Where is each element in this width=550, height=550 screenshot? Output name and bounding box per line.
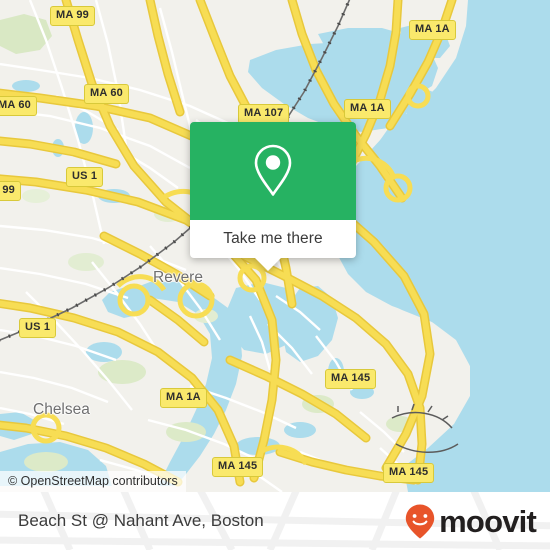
road-shield: MA 1A bbox=[409, 20, 456, 40]
road-shield: MA 1A bbox=[344, 99, 391, 119]
road-shield: MA 145 bbox=[383, 463, 435, 483]
road-shield: MA 145 bbox=[325, 369, 377, 389]
map-canvas[interactable]: MA 99 MA 60 MA 60 MA 107 MA 1A MA 1A US … bbox=[0, 0, 550, 492]
callout-pointer-tail bbox=[254, 257, 282, 271]
road-shield: MA 107 bbox=[238, 104, 290, 124]
take-me-there-button[interactable]: Take me there bbox=[190, 220, 356, 258]
road-shield: MA 60 bbox=[0, 96, 37, 116]
road-shield: MA 145 bbox=[212, 457, 264, 477]
map-pin-icon bbox=[254, 144, 292, 196]
footer-bar: Beach St @ Nahant Ave, Boston moovit bbox=[0, 492, 550, 550]
road-shield: US 1 bbox=[19, 318, 57, 338]
page-title: Beach St @ Nahant Ave, Boston bbox=[18, 511, 264, 530]
moovit-smile-pin-icon bbox=[405, 504, 435, 539]
moovit-map-screenshot: MA 99 MA 60 MA 60 MA 107 MA 1A MA 1A US … bbox=[0, 0, 550, 550]
road-shield: US 1 bbox=[66, 167, 104, 187]
osm-attribution[interactable]: © OpenStreetMap contributors bbox=[0, 471, 186, 492]
road-shield-clipped: MA 99 bbox=[0, 181, 21, 201]
location-callout-card[interactable]: Take me there bbox=[190, 122, 356, 271]
moovit-wordmark: moovit bbox=[439, 503, 537, 539]
moovit-brand[interactable]: moovit bbox=[404, 503, 537, 539]
place-label-chelsea: Chelsea bbox=[33, 401, 90, 418]
road-shield: MA 1A bbox=[160, 388, 207, 408]
road-shield: MA 99 bbox=[50, 6, 95, 26]
place-label-revere: Revere bbox=[153, 269, 203, 286]
callout-header bbox=[190, 122, 356, 220]
road-shield: MA 60 bbox=[84, 84, 129, 104]
